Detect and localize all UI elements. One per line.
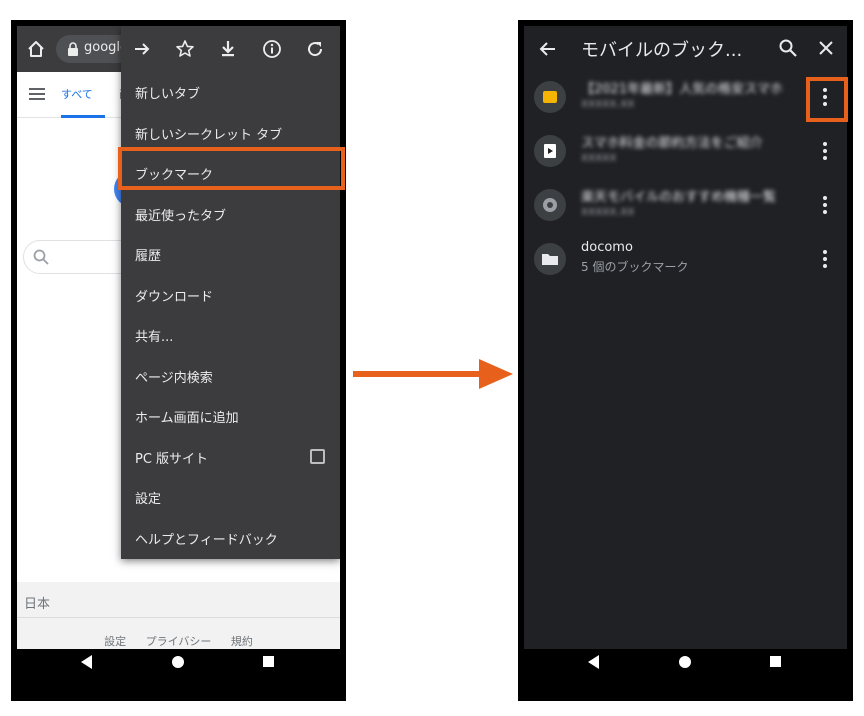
forward-icon[interactable]	[132, 39, 152, 59]
back-arrow-icon[interactable]	[538, 39, 558, 59]
bookmark-row[interactable]: 楽天モバイルのおすすめ機種一覧 xxxxx.xx	[524, 180, 847, 234]
bookmark-row[interactable]: 【2021年最新】人気の格安スマホ xxxxx.xx	[524, 72, 847, 126]
menu-item-label: 新しいタブ	[135, 87, 201, 102]
more-options-highlight	[806, 77, 848, 122]
footer-divider	[17, 617, 340, 618]
android-nav-bar	[524, 649, 847, 675]
menu-item-label: 最近使ったタブ	[135, 209, 227, 224]
more-options-icon[interactable]	[822, 194, 828, 216]
folder-icon	[534, 243, 566, 275]
info-icon[interactable]	[262, 39, 282, 59]
menu-item-label: 設定	[135, 492, 162, 507]
bookmark-menu-highlight	[118, 147, 345, 190]
tab-all[interactable]: すべて	[61, 86, 93, 102]
menu-item-history[interactable]: 履歴	[121, 234, 340, 274]
footer-link-privacy[interactable]: プライバシー	[146, 635, 212, 648]
nav-recents-icon[interactable]	[770, 656, 781, 667]
android-nav-bar	[17, 649, 340, 675]
menu-item-new-tab[interactable]: 新しいタブ	[121, 72, 340, 112]
bookmark-row[interactable]: スマホ料金の節約方法をご紹介 xxxxx	[524, 126, 847, 180]
menu-item-find-in-page[interactable]: ページ内検索	[121, 356, 340, 396]
bookmark-title: スマホ料金の節約方法をご紹介	[581, 136, 763, 151]
close-icon[interactable]	[817, 39, 835, 57]
menu-item-label: PC 版サイト	[135, 452, 209, 467]
left-phone-screen: google すべて 画 日本 設定 プライバシー	[17, 26, 340, 675]
menu-item-label: 共有...	[135, 330, 174, 345]
footer-links: 設定 プライバシー 規約	[17, 633, 340, 649]
bookmark-folder-row[interactable]: docomo 5 個のブックマーク	[524, 234, 847, 288]
chrome-overflow-menu: 新しいタブ 新しいシークレット タブ ブックマーク 最近使ったタブ 履歴 ダウン…	[121, 26, 340, 559]
more-options-icon[interactable]	[822, 248, 828, 270]
menu-item-label: 履歴	[135, 249, 162, 264]
left-phone-frame: google すべて 画 日本 設定 プライバシー	[11, 20, 346, 701]
bookmark-title: 楽天モバイルのおすすめ機種一覧	[581, 190, 777, 205]
nav-back-icon[interactable]	[588, 655, 599, 669]
refresh-icon[interactable]	[305, 39, 325, 59]
menu-item-recent-tabs[interactable]: 最近使ったタブ	[121, 194, 340, 234]
bookmark-favicon-icon	[534, 81, 566, 113]
page-title: モバイルのブック...	[581, 40, 743, 61]
folder-count: 5 個のブックマーク	[581, 260, 689, 274]
footer-link-terms[interactable]: 規約	[231, 635, 253, 648]
nav-recents-icon[interactable]	[263, 656, 274, 667]
menu-item-help-feedback[interactable]: ヘルプとフィードバック	[121, 518, 340, 558]
menu-item-settings[interactable]: 設定	[121, 477, 340, 517]
menu-item-label: ページ内検索	[135, 371, 213, 386]
download-icon[interactable]	[218, 39, 238, 59]
menu-item-label: 新しいシークレット タブ	[135, 128, 283, 143]
menu-item-label: ホーム画面に追加	[135, 411, 239, 426]
search-icon[interactable]	[778, 38, 798, 58]
hamburger-menu-icon[interactable]	[29, 88, 45, 100]
lock-icon	[68, 42, 78, 56]
active-tab-indicator	[61, 115, 105, 118]
bookmark-favicon-icon	[534, 189, 566, 221]
right-phone-screen: モバイルのブック... 【2021年最新】人気の格安スマホ xxxxx.xx ス…	[524, 26, 847, 675]
nav-home-icon[interactable]	[679, 656, 691, 668]
footer-country: 日本	[24, 597, 51, 612]
search-icon	[33, 249, 49, 265]
bookmark-favicon-icon	[534, 135, 566, 167]
footer-link-settings[interactable]: 設定	[104, 635, 126, 648]
bookmark-title: 【2021年最新】人気の格安スマホ	[581, 82, 783, 97]
menu-icon-row	[121, 26, 340, 72]
folder-title: docomo	[581, 240, 633, 255]
bookmark-url: xxxxx.xx	[581, 96, 635, 110]
bookmarks-app-bar: モバイルのブック...	[524, 26, 847, 72]
right-phone-frame: モバイルのブック... 【2021年最新】人気の格安スマホ xxxxx.xx ス…	[518, 20, 853, 701]
menu-item-label: ダウンロード	[135, 290, 214, 305]
menu-item-label: ヘルプとフィードバック	[135, 533, 278, 548]
more-options-icon[interactable]	[822, 140, 828, 162]
desktop-site-checkbox[interactable]	[310, 449, 325, 464]
transition-arrow-icon	[353, 359, 513, 389]
home-icon[interactable]	[26, 39, 46, 59]
bookmark-url: xxxxx.xx	[581, 204, 635, 218]
nav-home-icon[interactable]	[172, 656, 184, 668]
menu-item-downloads[interactable]: ダウンロード	[121, 275, 340, 315]
menu-item-desktop-site[interactable]: PC 版サイト	[121, 437, 340, 477]
menu-item-share[interactable]: 共有...	[121, 315, 340, 355]
nav-back-icon[interactable]	[81, 655, 92, 669]
star-icon[interactable]	[175, 39, 195, 59]
bookmark-url: xxxxx	[581, 150, 617, 164]
menu-item-add-to-home[interactable]: ホーム画面に追加	[121, 396, 340, 436]
